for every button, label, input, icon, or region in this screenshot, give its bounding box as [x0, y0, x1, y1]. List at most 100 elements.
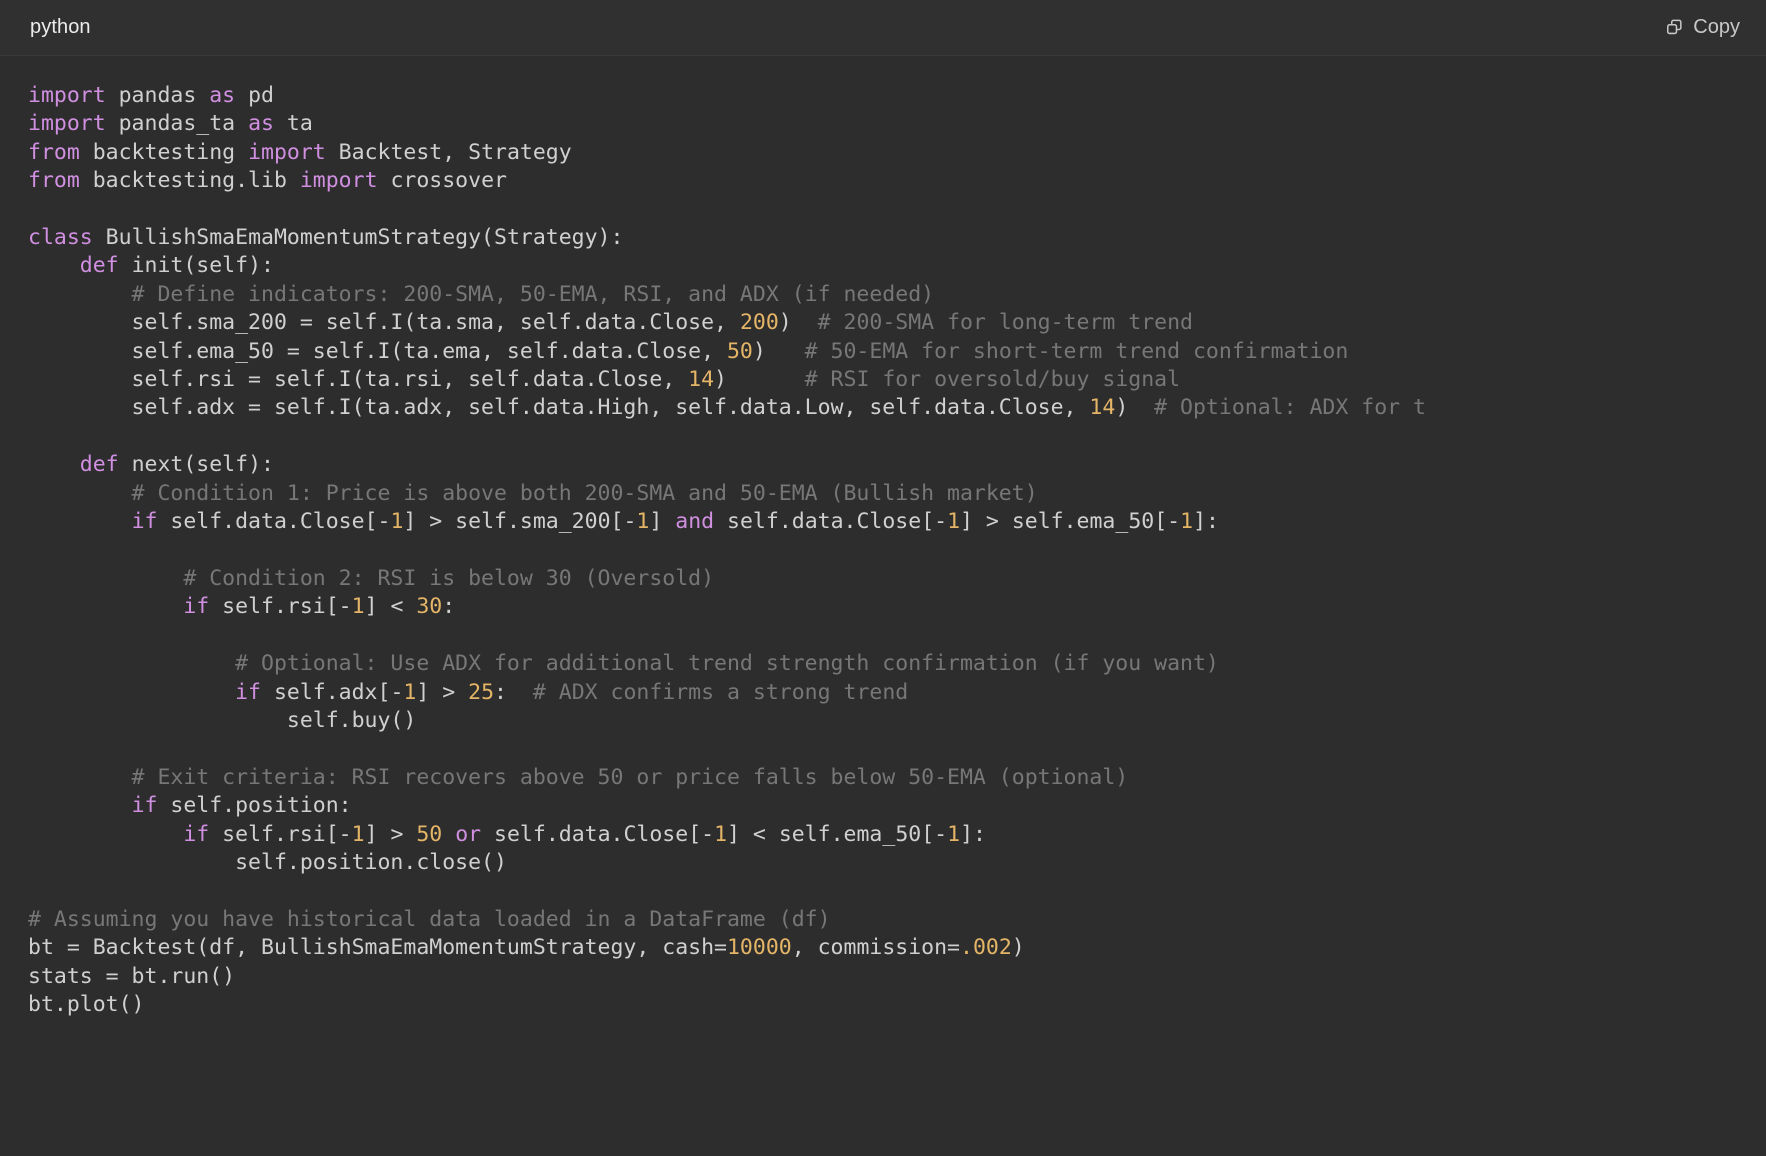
code-line: class BullishSmaEmaMomentumStrategy(Stra…	[28, 224, 1766, 252]
code-token-id: ] <	[364, 594, 417, 620]
code-token-id: BullishSmaEmaMomentumStrategy(Strategy):	[92, 225, 624, 251]
code-line: # Exit criteria: RSI recovers above 50 o…	[28, 764, 1766, 792]
code-token-id: self.rsi = self.I(ta.rsi, self.data.Clos…	[28, 367, 689, 393]
code-language-label: python	[30, 16, 91, 38]
code-token-num: 14	[1089, 395, 1116, 421]
code-line: if self.rsi[-1] < 30:	[28, 593, 1766, 621]
code-token-id	[28, 594, 183, 619]
code-token-kw: from	[28, 139, 80, 165]
code-token-cm: # Condition 1: Price is above both 200-S…	[28, 480, 1038, 506]
code-token-id: ]:	[960, 821, 986, 847]
code-token-id: )	[1011, 935, 1025, 961]
code-line: from backtesting.lib import crossover	[28, 167, 1766, 195]
code-token-id	[28, 509, 132, 534]
code-token-id: pandas	[105, 83, 210, 108]
code-token-num: 1	[1180, 509, 1194, 535]
code-token-id: pd	[235, 83, 274, 108]
code-token-num: 1	[947, 509, 961, 535]
code-token-num: 1	[351, 821, 365, 847]
code-token-kw: if	[183, 821, 210, 847]
code-token-id: :	[442, 594, 456, 620]
code-line: self.ema_50 = self.I(ta.ema, self.data.C…	[28, 338, 1766, 366]
code-token-id: ta	[273, 111, 313, 137]
code-token-kw: as	[248, 111, 274, 137]
code-token-cm: # Condition 2: RSI is below 30 (Oversold…	[28, 565, 715, 591]
code-token-id	[442, 822, 455, 847]
code-token-id: init(self):	[118, 253, 274, 279]
code-token-id: ]	[649, 509, 676, 535]
code-token-id: :	[494, 679, 507, 705]
code-token-num: 1	[403, 679, 417, 705]
code-token-kw: import	[299, 168, 378, 194]
code-token-num: 14	[688, 367, 715, 393]
code-token-id: self.buy()	[28, 707, 417, 733]
code-token-kw: if	[131, 793, 158, 819]
code-token-id: ] >	[364, 821, 417, 847]
code-token-id: self.adx = self.I(ta.adx, self.data.High…	[28, 395, 1090, 421]
code-token-id: bt.plot()	[28, 992, 145, 1017]
code-token-id: stats = bt.run()	[28, 963, 236, 989]
code-token-num: 1	[714, 821, 728, 847]
code-token-num: 1	[636, 509, 650, 535]
code-line: if self.data.Close[-1] > self.sma_200[-1…	[28, 508, 1766, 536]
code-token-cm: # ADX confirms a strong trend	[506, 679, 909, 705]
code-token-num: 30	[416, 594, 443, 620]
copy-code-button[interactable]: Copy	[1665, 16, 1740, 39]
code-token-cm: # Define indicators: 200-SMA, 50-EMA, RS…	[28, 281, 935, 307]
copy-button-label: Copy	[1693, 16, 1740, 38]
code-token-num: 50	[416, 821, 443, 847]
code-token-num: 1	[947, 821, 961, 847]
code-token-id: ] >	[416, 679, 469, 705]
code-token-id: self.data.Close[-	[157, 509, 391, 535]
code-token-id: pandas_ta	[105, 111, 249, 137]
code-token-id: ] < self.ema_50[-	[727, 821, 948, 847]
code-line: import pandas_ta as ta	[28, 110, 1766, 138]
code-line: self.sma_200 = self.I(ta.sma, self.data.…	[28, 309, 1766, 337]
code-line: bt.plot()	[28, 991, 1766, 1019]
code-token-cm: # 50-EMA for short-term trend confirmati…	[765, 338, 1349, 364]
code-body[interactable]: import pandas as pd import pandas_ta as t…	[0, 56, 1766, 1156]
code-line: import pandas as pd	[28, 82, 1766, 110]
code-line: # Assuming you have historical data load…	[28, 906, 1766, 934]
code-token-id	[28, 452, 80, 477]
code-token-kw: as	[209, 83, 236, 108]
code-line: if self.adx[-1] > 25: # ADX confirms a s…	[28, 679, 1766, 707]
copy-icon	[1665, 18, 1684, 37]
code-token-id	[28, 822, 183, 847]
code-token-num: 50	[726, 338, 753, 364]
code-token-id: self.adx[-	[261, 679, 404, 705]
code-block: python Copy import pandas as pd import pa…	[0, 0, 1766, 1156]
code-token-id: self.position:	[157, 793, 352, 819]
code-token-kw: import	[28, 111, 106, 137]
code-token-kw: import	[28, 83, 106, 108]
code-line: self.adx = self.I(ta.adx, self.data.High…	[28, 394, 1766, 422]
code-token-kw: def	[79, 253, 119, 279]
code-token-kw: if	[235, 679, 261, 705]
code-token-num: 10000	[726, 935, 792, 961]
code-token-id: ] > self.sma_200[-	[403, 509, 637, 535]
code-token-id	[28, 680, 235, 705]
code-line: def init(self):	[28, 252, 1766, 280]
code-block-header: python Copy	[0, 0, 1766, 56]
code-token-id: self.position.close()	[28, 849, 507, 875]
code-token-id: )	[714, 367, 727, 393]
code-token-id: ]:	[1193, 509, 1219, 535]
code-token-cm: # Exit criteria: RSI recovers above 50 o…	[28, 764, 1129, 790]
code-token-kw: if	[183, 594, 210, 620]
code-line: # Condition 2: RSI is below 30 (Oversold…	[28, 565, 1766, 593]
code-token-id: self.ema_50 = self.I(ta.ema, self.data.C…	[28, 338, 727, 364]
code-line: if self.rsi[-1] > 50 or self.data.Close[…	[28, 821, 1766, 849]
code-token-id: self.data.Close[-	[481, 821, 715, 847]
code-token-cm: # Optional: Use ADX for additional trend…	[28, 651, 1219, 677]
code-token-cm: # RSI for oversold/buy signal	[727, 367, 1181, 393]
code-line: bt = Backtest(df, BullishSmaEmaMomentumS…	[28, 934, 1766, 962]
code-token-id: backtesting.lib	[79, 168, 300, 194]
code-line: if self.position:	[28, 792, 1766, 820]
code-line: self.position.close()	[28, 849, 1766, 877]
code-token-cm: # Assuming you have historical data load…	[28, 906, 831, 932]
code-token-id: )	[752, 338, 766, 364]
